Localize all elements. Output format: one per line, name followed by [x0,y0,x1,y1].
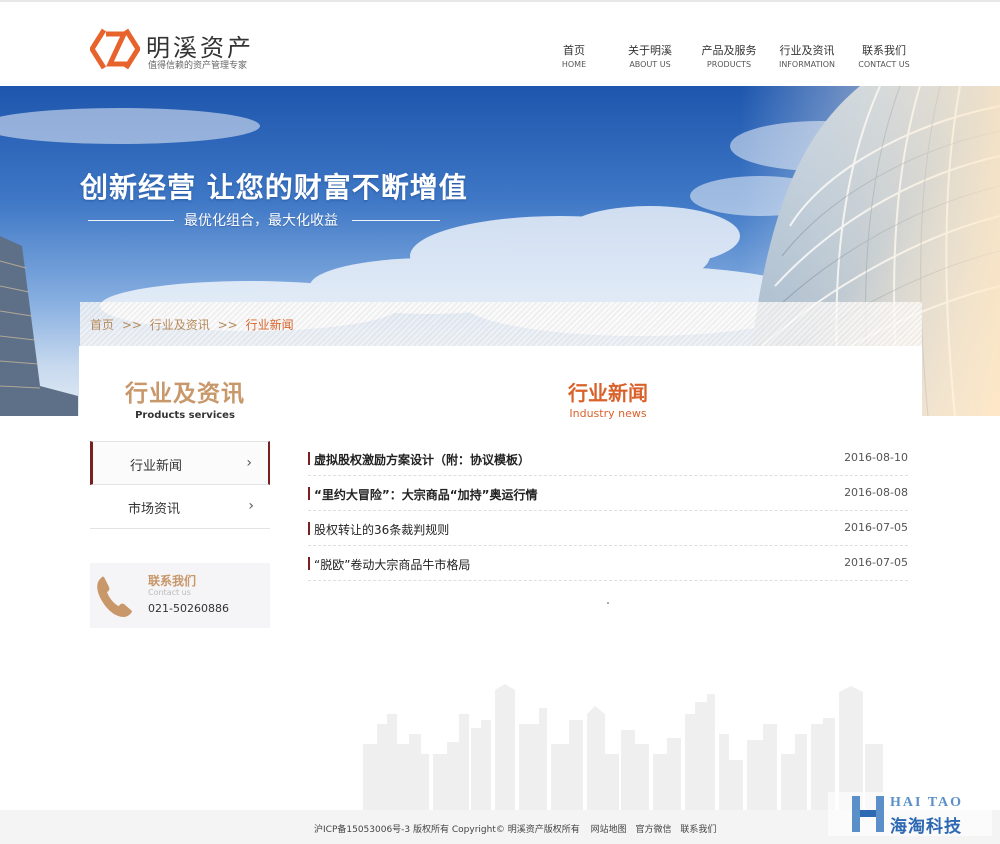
news-marker [308,522,310,535]
main-heading: 行业新闻 Industry news [508,377,708,420]
nav-item-contact[interactable]: 联系我们 CONTACT US [854,42,914,69]
nav-label-en: PRODUCTS [706,60,752,69]
news-title[interactable]: 虚拟股权激励方案设计（附：协议模板） [314,451,530,468]
nav-label-en: ABOUT US [629,60,671,69]
pagination-dot [607,602,609,604]
nav-label-en: INFORMATION [778,60,836,69]
sidebar-title-en: Products services [135,410,235,421]
nav-item-products[interactable]: 产品及服务 PRODUCTS [698,42,760,69]
sidebar-item-label: 市场资讯 [128,502,181,517]
contact-title-en: Contact us [148,588,191,597]
news-marker [308,557,310,570]
watermark-zh: 海淘科技 [890,817,962,837]
sidebar-menu: 行业新闻 › 市场资讯 › [90,441,270,529]
nav-item-about[interactable]: 关于明溪 ABOUT US [622,42,678,69]
news-item[interactable]: “里约大冒险”：大宗商品“加持”奥运行情 2016-08-08 [308,476,908,511]
sidebar-title: 行业及资讯 [125,381,245,407]
logo-mark-icon [90,28,140,70]
brand-slogan: 值得信赖的资产管理专家 [148,61,248,71]
sidebar-item-industry-news[interactable]: 行业新闻 › [90,441,270,485]
nav-label-en: HOME [561,60,587,69]
site-logo[interactable]: 明溪资产 值得信赖的资产管理专家 [90,26,260,74]
nav-item-information[interactable]: 行业及资讯 INFORMATION [776,42,838,69]
footer-link-sitemap[interactable]: 网站地图 [591,825,627,835]
city-skyline-decoration [363,684,883,810]
news-marker [308,452,310,465]
watermark-h-icon [852,796,884,832]
main-nav: 首页 HOME 关于明溪 ABOUT US 产品及服务 PRODUCTS 行业及… [540,42,920,72]
nav-label: 关于明溪 [628,44,672,57]
page-title: 行业新闻 [568,381,648,405]
sidebar-item-label: 行业新闻 [130,459,183,474]
breadcrumb-band: 首页 >> 行业及资讯 >> 行业新闻 [80,302,922,346]
footer-link-wechat[interactable]: 官方微信 [635,825,671,835]
site-header: 明溪资产 值得信赖的资产管理专家 首页 HOME 关于明溪 ABOUT US 产… [0,0,1000,86]
news-item[interactable]: 股权转让的36条裁判规则 2016-07-05 [308,511,908,546]
news-title[interactable]: “里约大冒险”：大宗商品“加持”奥运行情 [314,486,538,503]
contact-title: 联系我们 [148,574,197,588]
news-item[interactable]: “脱欧”卷动大宗商品牛市格局 2016-07-05 [308,546,908,581]
nav-label-en: CONTACT US [858,60,910,69]
news-date: 2016-07-05 [844,521,908,534]
nav-label: 产品及服务 [701,44,757,57]
breadcrumb-current: 行业新闻 [245,318,294,332]
breadcrumb-section[interactable]: 行业及资讯 [150,318,210,332]
breadcrumb-home[interactable]: 首页 [90,318,114,332]
nav-label: 行业及资讯 [779,44,835,57]
news-list: 虚拟股权激励方案设计（附：协议模板） 2016-08-10 “里约大冒险”：大宗… [308,441,908,581]
news-title[interactable]: “脱欧”卷动大宗商品牛市格局 [314,556,470,573]
contact-phone: 021-50260886 [148,602,229,615]
news-date: 2016-08-10 [844,451,908,464]
banner-divider [352,220,440,221]
banner-divider [88,220,174,221]
page-title-en: Industry news [569,407,647,420]
chevron-right-icon: › [248,498,254,514]
news-item[interactable]: 虚拟股权激励方案设计（附：协议模板） 2016-08-10 [308,441,908,476]
breadcrumb-separator: >> [121,318,142,332]
breadcrumb-separator: >> [217,318,238,332]
sidebar-item-market-info[interactable]: 市场资讯 › [90,485,270,529]
footer-link-contact[interactable]: 联系我们 [680,825,716,835]
nav-label: 首页 [563,44,585,57]
nav-label: 联系我们 [862,44,906,57]
news-date: 2016-07-05 [844,556,908,569]
watermark: HAI TAO 海淘科技 [828,792,992,837]
nav-item-home[interactable]: 首页 HOME [554,42,594,69]
watermark-en: HAI TAO [890,795,963,810]
sidebar-heading: 行业及资讯 Products services [90,374,280,421]
breadcrumb: 首页 >> 行业及资讯 >> 行业新闻 [90,316,294,333]
banner-subtitle: 最优化组合，最大化收益 [184,213,338,229]
chevron-right-icon: › [246,455,252,471]
news-title[interactable]: 股权转让的36条裁判规则 [314,521,449,538]
phone-icon [97,576,132,617]
news-date: 2016-08-08 [844,486,908,499]
news-marker [308,487,310,500]
contact-box[interactable]: 联系我们 Contact us 021-50260886 [90,563,270,628]
footer-text: 沪ICP备15053006号-3 版权所有 Copyright© 明溪资产版权所… [314,822,716,835]
footer-copyright: 沪ICP备15053006号-3 版权所有 Copyright© 明溪资产版权所… [314,825,580,835]
banner-title: 创新经营 让您的财富不断增值 [80,171,468,204]
